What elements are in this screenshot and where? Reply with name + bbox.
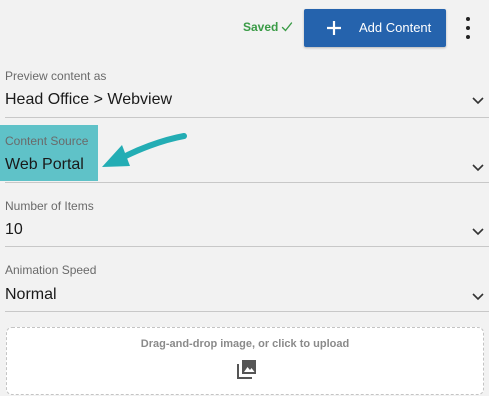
chevron-down-icon[interactable] (471, 163, 485, 173)
field-underline (5, 311, 489, 312)
annotation-arrow-icon (102, 133, 187, 167)
saved-status: Saved (243, 20, 293, 34)
image-upload-icon (237, 360, 256, 379)
more-options-icon[interactable] (460, 17, 476, 39)
number-of-items-field[interactable]: Number of Items 10 (0, 195, 489, 251)
content-source-field[interactable]: Content Source Web Portal (0, 130, 489, 186)
plus-icon (327, 21, 341, 35)
field-label: Animation Speed (5, 263, 97, 277)
top-toolbar: Saved Add Content (0, 0, 489, 58)
animation-speed-field[interactable]: Animation Speed Normal (0, 259, 489, 315)
field-underline (5, 117, 489, 118)
field-underline (5, 182, 489, 183)
field-value: 10 (5, 221, 23, 238)
upload-instructions: Drag-and-drop image, or click to upload (140, 338, 350, 350)
field-underline (5, 246, 489, 247)
saved-text: Saved (243, 20, 279, 34)
field-label: Content Source (5, 134, 89, 148)
field-label: Number of Items (5, 199, 94, 213)
chevron-down-icon[interactable] (471, 96, 485, 106)
image-upload-dropzone[interactable]: Drag-and-drop image, or click to upload (6, 327, 484, 395)
checkmark-icon (282, 22, 293, 32)
add-content-label: Add Content (359, 20, 432, 35)
field-value: Normal (5, 286, 57, 303)
field-value: Web Portal (5, 156, 84, 173)
preview-content-field[interactable]: Preview content as Head Office > Webview (0, 66, 489, 122)
add-content-button[interactable]: Add Content (304, 9, 446, 47)
field-value: Head Office > Webview (5, 91, 173, 108)
chevron-down-icon[interactable] (471, 227, 485, 237)
chevron-down-icon[interactable] (471, 292, 485, 302)
field-label: Preview content as (5, 69, 107, 83)
